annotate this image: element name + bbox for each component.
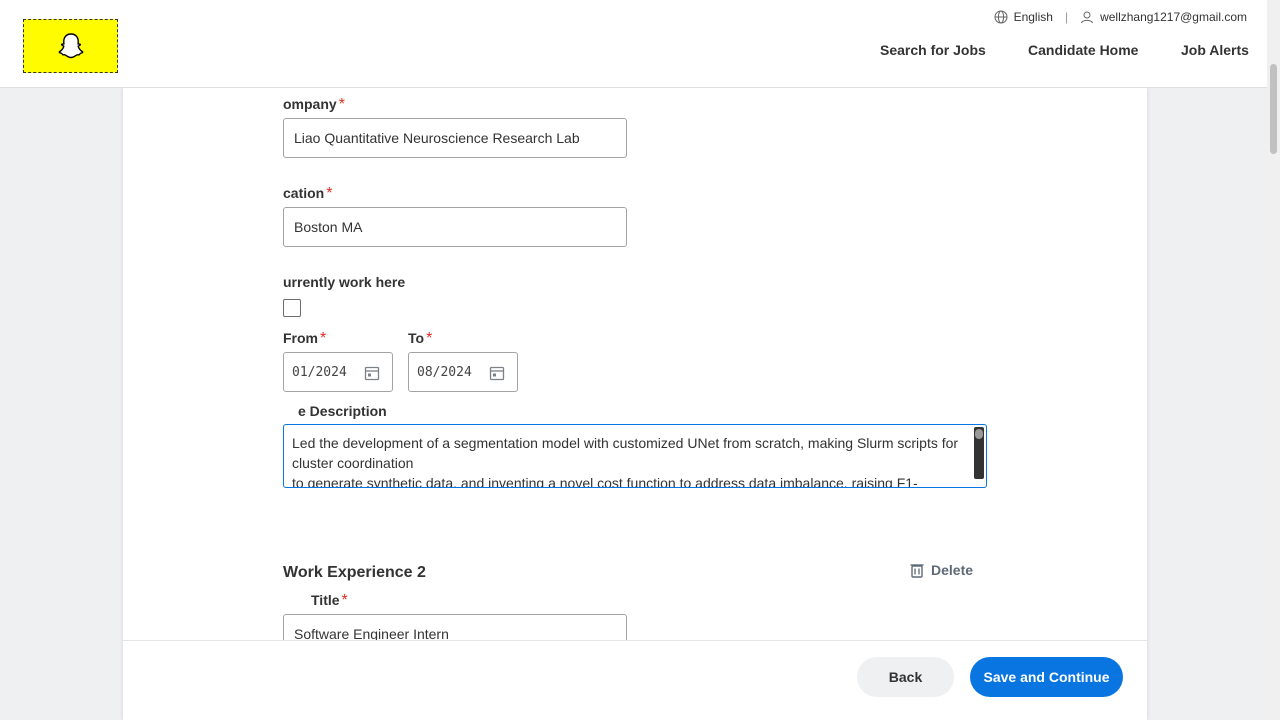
to-year-input[interactable]: 2024 <box>440 365 471 380</box>
calendar-icon[interactable] <box>364 365 380 381</box>
divider: | <box>1064 10 1069 24</box>
currently-work-here-label: urrently work here <box>283 274 406 290</box>
delete-work-experience-button[interactable]: Delete <box>909 562 973 578</box>
user-account-menu[interactable]: wellzhang1217@gmail.com <box>1100 10 1247 24</box>
delete-label: Delete <box>931 562 974 578</box>
user-icon <box>1081 11 1094 24</box>
from-date-label: From * <box>283 330 327 347</box>
to-date-field: 08/2024 <box>408 352 518 392</box>
nav-candidate-home[interactable]: Candidate Home <box>1028 42 1138 58</box>
required-marker: * <box>320 330 327 347</box>
nav-search-for-jobs[interactable]: Search for Jobs <box>880 42 986 58</box>
snapchat-logo[interactable] <box>23 19 118 73</box>
date-separator: / <box>432 364 441 380</box>
save-and-continue-button[interactable]: Save and Continue <box>970 657 1123 697</box>
required-marker: * <box>341 592 348 609</box>
page-scrollbar[interactable] <box>1267 0 1280 720</box>
language-selector[interactable]: English <box>1014 10 1053 24</box>
from-date-field: 01/2024 <box>283 352 393 392</box>
work-experience-2-heading: Work Experience 2 <box>283 564 426 581</box>
snapchat-ghost-icon <box>58 33 83 59</box>
required-marker: * <box>338 96 345 113</box>
location-input[interactable]: Boston MA <box>283 207 627 247</box>
location-label: cation * <box>283 185 333 202</box>
to-month-input[interactable]: 08 <box>417 365 433 380</box>
company-input[interactable]: Liao Quantitative Neuroscience Research … <box>283 118 627 158</box>
job-title-label: Title * <box>311 592 348 609</box>
from-month-input[interactable]: 01 <box>292 365 308 380</box>
textarea-scrollbar[interactable] <box>974 427 984 479</box>
globe-icon <box>994 10 1008 24</box>
required-marker: * <box>426 330 433 347</box>
from-year-input[interactable]: 2024 <box>315 365 346 380</box>
scrollbar-thumb[interactable] <box>1270 64 1277 154</box>
required-marker: * <box>326 185 333 202</box>
role-description-label: e Description <box>298 403 387 419</box>
calendar-icon[interactable] <box>489 365 505 381</box>
to-date-label: To * <box>408 330 433 347</box>
role-description-textarea[interactable]: Led the development of a segmentation mo… <box>283 424 987 488</box>
utility-bar: English | wellzhang1217@gmail.com <box>994 10 1247 24</box>
currently-work-here-checkbox[interactable] <box>283 299 301 317</box>
company-label: ompany * <box>283 96 345 113</box>
application-form-card <box>123 88 1147 720</box>
date-separator: / <box>307 364 316 380</box>
page-header: English | wellzhang1217@gmail.com Search… <box>0 0 1280 88</box>
back-button[interactable]: Back <box>857 657 954 697</box>
nav-job-alerts[interactable]: Job Alerts <box>1181 42 1249 58</box>
role-description-text: Led the development of a segmentation mo… <box>292 435 959 488</box>
trash-icon <box>910 564 924 578</box>
